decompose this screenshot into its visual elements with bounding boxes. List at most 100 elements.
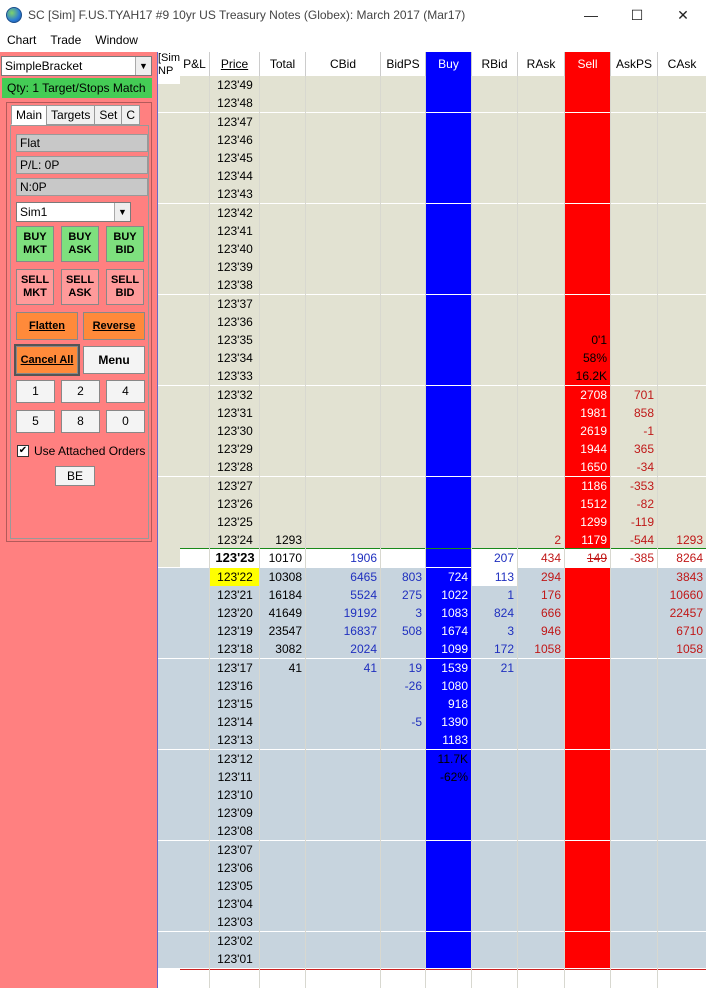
menu-window[interactable]: Window xyxy=(88,33,145,47)
cell-sell[interactable] xyxy=(565,877,611,895)
cell-sell[interactable] xyxy=(565,804,611,823)
cell-buy[interactable]: 1022 xyxy=(426,585,472,604)
tab-targets[interactable]: Targets xyxy=(46,105,96,125)
column-header-cbid[interactable]: CBid xyxy=(306,52,381,76)
cell-buy[interactable] xyxy=(426,822,472,841)
cell-buy[interactable] xyxy=(426,931,472,950)
cell-buy[interactable] xyxy=(426,349,472,368)
cell-buy[interactable] xyxy=(426,149,472,167)
column-header-price[interactable]: Price xyxy=(210,52,260,76)
cell-sell[interactable] xyxy=(565,858,611,877)
cell-buy[interactable] xyxy=(426,130,472,149)
cell-buy[interactable] xyxy=(426,513,472,531)
cell-sell[interactable] xyxy=(565,786,611,804)
close-button[interactable]: ✕ xyxy=(660,0,706,30)
cell-sell[interactable] xyxy=(565,94,611,113)
price-ladder[interactable]: [Sim NP P&L Price Total CBid BidPS Buy RBid RAs… xyxy=(157,52,706,988)
cell-buy[interactable]: 1183 xyxy=(426,731,472,750)
cell-sell[interactable] xyxy=(565,276,611,295)
breakeven-button[interactable]: BE xyxy=(55,466,95,486)
cell-sell[interactable] xyxy=(565,840,611,859)
cell-buy[interactable] xyxy=(426,203,472,222)
cell-sell[interactable] xyxy=(565,258,611,277)
cell-sell[interactable] xyxy=(565,76,611,95)
cell-sell[interactable] xyxy=(565,112,611,131)
cell-buy[interactable] xyxy=(426,185,472,204)
cell-sell[interactable]: 1299 xyxy=(565,513,611,531)
cell-sell[interactable] xyxy=(565,567,611,586)
cell-buy[interactable]: 918 xyxy=(426,695,472,713)
cell-sell[interactable]: 1179 xyxy=(565,531,611,550)
cell-buy[interactable] xyxy=(426,258,472,277)
cell-buy[interactable] xyxy=(426,840,472,859)
cell-sell[interactable]: 1944 xyxy=(565,440,611,459)
cell-buy[interactable] xyxy=(426,458,472,477)
cell-sell[interactable]: 1186 xyxy=(565,476,611,495)
use-attached-orders-row[interactable]: ✔ Use Attached Orders xyxy=(17,444,145,458)
flatten-button[interactable]: Flatten xyxy=(16,312,78,340)
cell-buy[interactable] xyxy=(426,804,472,823)
column-header-rask[interactable]: RAsk xyxy=(518,52,565,76)
qty-4-button[interactable]: 4 xyxy=(106,380,145,403)
cell-buy[interactable] xyxy=(426,858,472,877)
cell-sell[interactable] xyxy=(565,695,611,713)
minimize-button[interactable]: — xyxy=(568,0,614,30)
cell-buy[interactable] xyxy=(426,494,472,513)
column-header-buy[interactable]: Buy xyxy=(426,52,472,76)
strategy-select[interactable]: SimpleBracket ▼ xyxy=(1,56,152,76)
cell-buy[interactable] xyxy=(426,94,472,113)
cell-sell[interactable]: 16.2K xyxy=(565,367,611,386)
cell-buy[interactable] xyxy=(426,112,472,131)
cell-sell[interactable] xyxy=(565,294,611,313)
maximize-button[interactable]: ☐ xyxy=(614,0,660,30)
cell-sell[interactable] xyxy=(565,767,611,786)
cell-buy[interactable] xyxy=(426,294,472,313)
column-header-sell[interactable]: Sell xyxy=(565,52,611,76)
qty-8-button[interactable]: 8 xyxy=(61,410,100,433)
cell-buy[interactable] xyxy=(426,167,472,186)
cell-buy[interactable]: 724 xyxy=(426,567,472,586)
cell-sell[interactable] xyxy=(565,185,611,204)
cell-sell[interactable] xyxy=(565,622,611,641)
tab-set[interactable]: Set xyxy=(94,105,123,125)
cell-buy[interactable] xyxy=(426,531,472,550)
cell-sell[interactable] xyxy=(565,585,611,604)
qty-2-button[interactable]: 2 xyxy=(61,380,100,403)
cell-buy[interactable] xyxy=(426,549,472,568)
cell-buy[interactable]: 1080 xyxy=(426,676,472,695)
cell-buy[interactable] xyxy=(426,476,472,495)
cell-buy[interactable] xyxy=(426,367,472,386)
cell-buy[interactable] xyxy=(426,877,472,895)
cell-buy[interactable] xyxy=(426,240,472,258)
cell-sell[interactable] xyxy=(565,167,611,186)
qty-5-button[interactable]: 5 xyxy=(16,410,55,433)
cell-buy[interactable] xyxy=(426,913,472,932)
cell-sell[interactable]: 0'1 xyxy=(565,331,611,349)
tab-main[interactable]: Main xyxy=(11,105,48,125)
cell-sell[interactable]: 2619 xyxy=(565,422,611,440)
cell-sell[interactable]: 1981 xyxy=(565,403,611,422)
cell-sell[interactable] xyxy=(565,749,611,768)
tab-c[interactable]: C xyxy=(121,105,141,125)
use-attached-orders-checkbox[interactable]: ✔ xyxy=(17,445,29,457)
cell-sell[interactable] xyxy=(565,822,611,841)
sell-bid-button[interactable]: SELL BID xyxy=(106,269,144,305)
qty-1-button[interactable]: 1 xyxy=(16,380,55,403)
cell-buy[interactable]: 1539 xyxy=(426,658,472,677)
cell-sell[interactable] xyxy=(565,713,611,732)
menu-chart[interactable]: Chart xyxy=(0,33,43,47)
cell-buy[interactable]: 1674 xyxy=(426,622,472,641)
column-header-bidps[interactable]: BidPS xyxy=(381,52,426,76)
buy-market-button[interactable]: BUY MKT xyxy=(16,226,54,262)
cell-buy[interactable] xyxy=(426,786,472,804)
cell-buy[interactable]: 11.7K xyxy=(426,749,472,768)
column-header-total[interactable]: Total xyxy=(260,52,306,76)
cell-sell[interactable]: 1512 xyxy=(565,494,611,513)
cell-buy[interactable] xyxy=(426,440,472,459)
column-header-rbid[interactable]: RBid xyxy=(472,52,518,76)
buy-bid-button[interactable]: BUY BID xyxy=(106,226,144,262)
cell-sell[interactable]: 149 xyxy=(565,549,611,568)
cell-buy[interactable] xyxy=(426,312,472,331)
cell-sell[interactable] xyxy=(565,676,611,695)
cell-buy[interactable] xyxy=(426,221,472,240)
